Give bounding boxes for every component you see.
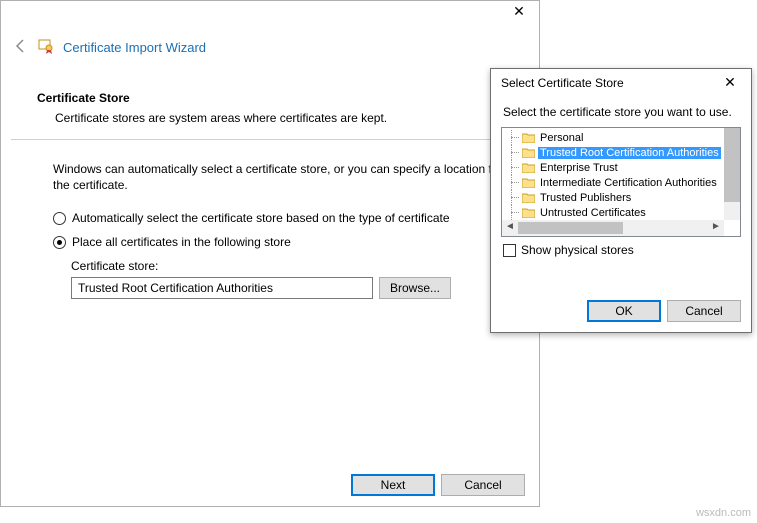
tree-label: Untrusted Certificates [538, 207, 648, 219]
section-title: Certificate Store [37, 91, 517, 105]
radio-label: Automatically select the certificate sto… [72, 211, 450, 225]
store-tree: Personal Trusted Root Certification Auth… [501, 127, 741, 237]
horizontal-scrollbar[interactable]: ◄ ► [502, 220, 724, 236]
wizard-footer: Next Cancel [351, 474, 525, 496]
scroll-left-icon[interactable]: ◄ [502, 220, 518, 236]
folder-icon [522, 147, 535, 158]
checkbox-icon [503, 244, 516, 257]
certificate-store-input[interactable] [71, 277, 373, 299]
tree-label: Trusted Publishers [538, 192, 633, 204]
folder-icon [522, 192, 535, 203]
back-icon[interactable] [13, 38, 37, 57]
tree-item-trusted-root[interactable]: Trusted Root Certification Authorities [508, 145, 724, 160]
section-subtitle: Certificate stores are system areas wher… [55, 111, 517, 125]
content-paragraph: Windows can automatically select a certi… [53, 161, 517, 193]
close-icon[interactable]: ✕ [715, 73, 745, 93]
folder-icon [522, 162, 535, 173]
folder-icon [522, 177, 535, 188]
radio-auto-select[interactable]: Automatically select the certificate sto… [53, 211, 517, 225]
checkbox-label: Show physical stores [521, 243, 634, 257]
dialog-titlebar: Select Certificate Store ✕ [491, 69, 751, 97]
dialog-text: Select the certificate store you want to… [503, 105, 739, 119]
cancel-button[interactable]: Cancel [667, 300, 741, 322]
tree-item-trusted-publishers[interactable]: Trusted Publishers [508, 190, 724, 205]
cancel-button[interactable]: Cancel [441, 474, 525, 496]
folder-icon [522, 207, 535, 218]
next-button[interactable]: Next [351, 474, 435, 496]
certificate-icon [37, 37, 63, 58]
store-block: Certificate store: Browse... [71, 259, 517, 299]
tree-label: Enterprise Trust [538, 162, 620, 174]
tree-item-personal[interactable]: Personal [508, 130, 724, 145]
radio-icon [53, 212, 66, 225]
wizard-window: ✕ Certificate Import Wizard Certificate … [0, 0, 540, 507]
vertical-scrollbar[interactable] [724, 128, 740, 220]
browse-button[interactable]: Browse... [379, 277, 451, 299]
watermark: wsxdn.com [696, 507, 751, 519]
tree-label: Intermediate Certification Authorities [538, 177, 719, 189]
tree-item-intermediate[interactable]: Intermediate Certification Authorities [508, 175, 724, 190]
show-physical-checkbox[interactable]: Show physical stores [503, 243, 739, 257]
radio-label: Place all certificates in the following … [72, 235, 291, 249]
wizard-body: Certificate Store Certificate stores are… [37, 91, 517, 135]
store-label: Certificate store: [71, 259, 517, 273]
ok-button[interactable]: OK [587, 300, 661, 322]
divider [11, 139, 529, 140]
tree-item-enterprise-trust[interactable]: Enterprise Trust [508, 160, 724, 175]
close-icon[interactable]: ✕ [507, 3, 531, 23]
radio-place-all[interactable]: Place all certificates in the following … [53, 235, 517, 249]
radio-icon [53, 236, 66, 249]
dialog-footer: OK Cancel [587, 300, 741, 322]
tree-list: Personal Trusted Root Certification Auth… [502, 128, 724, 220]
tree-label: Trusted Root Certification Authorities [538, 147, 721, 159]
folder-icon [522, 132, 535, 143]
dialog-title: Select Certificate Store [501, 76, 624, 90]
wizard-content: Windows can automatically select a certi… [53, 161, 517, 299]
tree-item-untrusted[interactable]: Untrusted Certificates [508, 205, 724, 220]
select-store-dialog: Select Certificate Store ✕ Select the ce… [490, 68, 752, 333]
wizard-title: Certificate Import Wizard [63, 40, 206, 55]
scroll-right-icon[interactable]: ► [708, 220, 724, 236]
wizard-header: Certificate Import Wizard [13, 37, 206, 58]
tree-label: Personal [538, 132, 585, 144]
